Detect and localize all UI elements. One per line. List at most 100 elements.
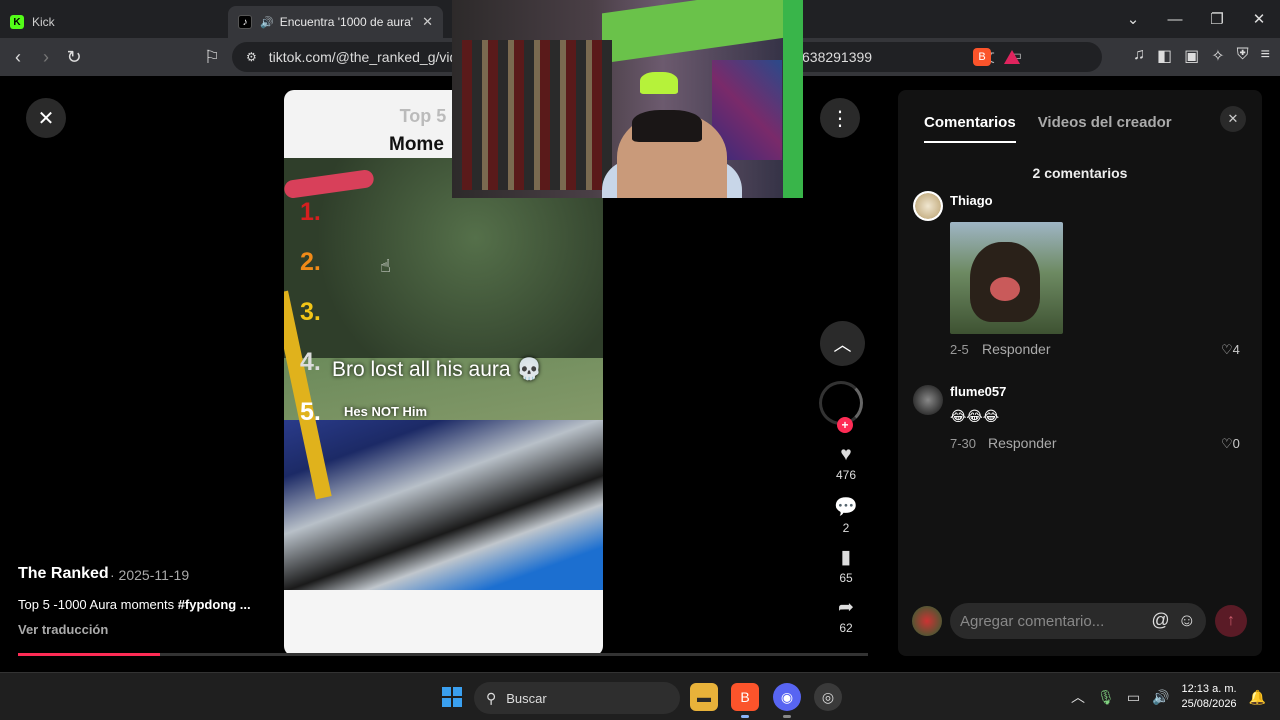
back-icon[interactable]: ‹ (4, 47, 32, 68)
green-wall-right (783, 0, 803, 198)
tab-title: Encuentra '1000 de aura' en TikTok (279, 15, 416, 29)
share-action[interactable]: ➦ 62 (826, 596, 866, 635)
video-progress-bar[interactable] (18, 653, 868, 656)
reload-icon[interactable]: ↻ (60, 47, 88, 68)
brave-rewards-icon[interactable] (1004, 50, 1020, 64)
taskbar-search[interactable]: ⚲ Buscar (474, 682, 680, 714)
comment-like-count: 4 (1232, 342, 1240, 357)
comment-gif-image[interactable] (950, 222, 1063, 334)
vpn-icon[interactable]: ⛨ (1237, 46, 1249, 66)
translate-link[interactable]: Ver traducción (18, 622, 108, 637)
clock[interactable]: 12:13 a. m. 25/08/2026 (1182, 682, 1237, 712)
search-icon: ⚲ (486, 689, 497, 706)
heart-outline-icon: ♡ (1221, 436, 1233, 451)
reply-button[interactable]: Responder (988, 435, 1057, 451)
notifications-icon[interactable]: 🔔 (1249, 689, 1266, 706)
follow-plus-icon[interactable]: + (837, 417, 853, 433)
webcam-overlay (452, 0, 803, 198)
bookmark-icon: ▮ (840, 547, 852, 568)
green-wall (602, 0, 792, 64)
rank-4: 4. (300, 348, 321, 376)
heart-outline-icon: ♡ (1221, 342, 1233, 357)
tab-creator-videos[interactable]: Videos del creador (1038, 114, 1172, 143)
post-date: · 2025-11-19 (110, 567, 190, 583)
tiktok-icon: ♪ (238, 15, 252, 29)
bookmark-icon[interactable]: ⚐ (198, 47, 226, 68)
more-options-button[interactable]: ⋮ (820, 98, 860, 138)
obs-icon[interactable]: ◎ (814, 683, 842, 711)
save-count: 65 (839, 571, 853, 585)
comment-input-placeholder: Agregar comentario... (960, 612, 1105, 630)
wallet-icon[interactable]: ▣ (1184, 46, 1199, 66)
rank-5: 5. (300, 398, 321, 426)
like-action[interactable]: ♥ 476 (826, 444, 866, 482)
search-label: Buscar (506, 690, 547, 706)
avatar (912, 606, 942, 636)
chevron-up-icon[interactable]: ︿ (1071, 687, 1085, 707)
brave-shields-icon[interactable]: B (973, 48, 991, 66)
mention-icon[interactable]: @ (1151, 610, 1169, 631)
system-tray: ︿ 🎙 ▭ 🔊 12:13 a. m. 25/08/2026 🔔 (1071, 681, 1266, 713)
tab-kick[interactable]: K Kick (0, 6, 228, 38)
speaker-icon: 🔊 (260, 16, 274, 29)
leo-ai-icon[interactable]: ✧ (1211, 46, 1224, 66)
volume-icon[interactable]: 🔊 (1152, 689, 1169, 706)
tab-tiktok[interactable]: ♪ 🔊 Encuentra '1000 de aura' en TikTok ✕ (228, 6, 443, 38)
clock-date: 25/08/2026 (1181, 698, 1237, 710)
video-progress-fill (18, 653, 160, 656)
tab-search-dropdown-icon[interactable]: ⌄ (1112, 10, 1154, 28)
hashtag-link[interactable]: #fypdong ... (178, 597, 251, 612)
close-tab-icon[interactable]: ✕ (422, 14, 433, 30)
comment-username[interactable]: flume057 (950, 384, 1006, 399)
forward-icon[interactable]: › (32, 47, 60, 68)
panel-tabs: Comentarios Videos del creador (924, 114, 1172, 143)
video-caption-main: Bro lost all his aura 💀 (332, 358, 543, 381)
video-overlay-subtitle: Mome (389, 134, 444, 155)
avatar[interactable] (913, 191, 943, 221)
site-settings-icon[interactable]: ⚙ (246, 50, 257, 64)
comment-like[interactable]: ♡4 (1221, 342, 1240, 358)
comment-date: 7-30 (950, 436, 977, 451)
windows-start-icon[interactable] (442, 687, 462, 707)
comment-action[interactable]: 💬 2 (826, 495, 866, 535)
comment-input-row: Agregar comentario... @ ☺ ↑ (912, 603, 1252, 639)
close-video-button[interactable]: ✕ (26, 98, 66, 138)
restore-icon[interactable]: ❐ (1196, 10, 1238, 28)
comment-like[interactable]: ♡0 (1221, 436, 1240, 452)
green-hat (640, 72, 678, 94)
extension-toolbar: ♫ ◧ ▣ ✧ ⛨ ≡ (1133, 46, 1270, 66)
windows-taskbar: ⚲ Buscar ▬ B ◉ ◎ ︿ 🎙 ▭ 🔊 12:13 a. m. 25/… (0, 672, 1280, 720)
file-explorer-icon[interactable]: ▬ (690, 683, 718, 711)
window-controls: ⌄ — ❐ ✕ (1112, 0, 1280, 38)
discord-icon[interactable]: ◉ (773, 683, 801, 711)
close-icon: ✕ (37, 107, 55, 130)
comment-input[interactable]: Agregar comentario... @ ☺ (950, 603, 1206, 639)
close-window-icon[interactable]: ✕ (1238, 10, 1280, 28)
more-vertical-icon: ⋮ (830, 107, 850, 130)
streamer-hair (632, 110, 702, 142)
microphone-icon[interactable]: 🎙 (1097, 689, 1115, 706)
media-icon[interactable]: ♫ (1133, 46, 1145, 66)
heart-icon: ♥ (840, 444, 852, 465)
send-button[interactable]: ↑ (1215, 605, 1247, 637)
share-icon: ➦ (838, 597, 854, 618)
close-panel-button[interactable]: ✕ (1220, 106, 1246, 132)
like-count: 476 (835, 468, 857, 482)
menu-icon[interactable]: ≡ (1261, 46, 1270, 66)
comment-icon: 💬 (834, 497, 858, 518)
save-action[interactable]: ▮ 65 (826, 546, 866, 585)
sidebar-icon[interactable]: ◧ (1157, 46, 1172, 66)
reply-button[interactable]: Responder (982, 341, 1051, 357)
emoji-icon[interactable]: ☺ (1178, 610, 1196, 631)
previous-video-button[interactable]: ︿ (820, 321, 865, 366)
author-name[interactable]: The Ranked (18, 565, 109, 583)
video-tarp (284, 420, 603, 590)
brave-browser-icon[interactable]: B (731, 683, 759, 711)
comment-username[interactable]: Thiago (950, 193, 993, 208)
tab-comments[interactable]: Comentarios (924, 114, 1016, 143)
comment-like-count: 0 (1232, 436, 1240, 451)
network-icon[interactable]: ▭ (1127, 689, 1140, 706)
input-tools: @ ☺ (1151, 610, 1196, 631)
minimize-icon[interactable]: — (1154, 11, 1196, 28)
avatar[interactable] (913, 385, 943, 415)
